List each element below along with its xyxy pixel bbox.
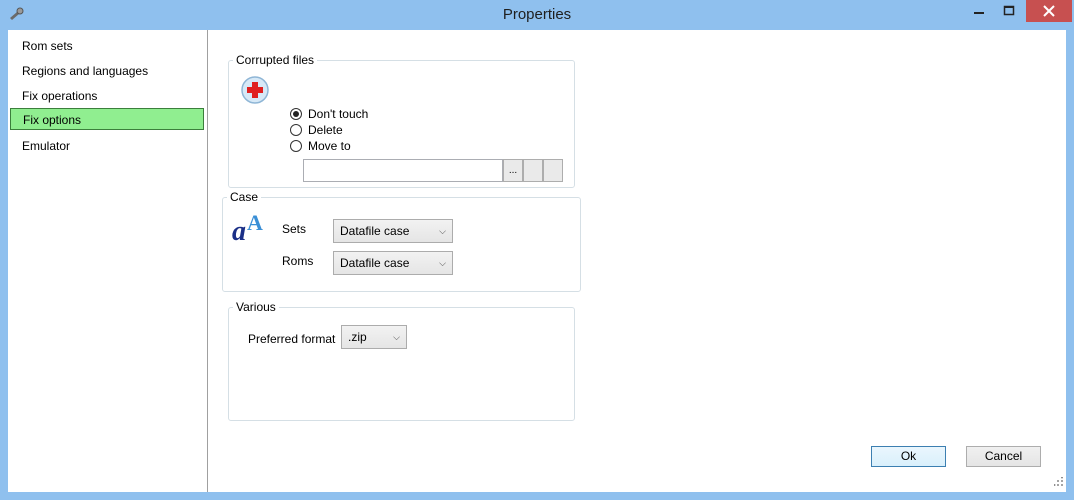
sidebar-item-label: Fix operations [22,89,98,103]
sidebar-item-label: Emulator [22,139,71,153]
minimize-icon [974,12,984,14]
case-letters-icon: a A [231,208,267,247]
maximize-button[interactable] [995,0,1023,22]
sidebar-item-regions-and-languages[interactable]: Regions and languages [10,60,204,82]
radio-delete[interactable]: Delete [290,122,343,138]
various-title: Various [233,300,279,314]
sidebar: Rom sets Regions and languages Fix opera… [8,30,208,492]
close-icon [1043,5,1055,17]
sets-case-select[interactable]: Datafile case ⌵ [333,219,453,243]
chevron-down-icon: ⌵ [393,332,400,342]
chevron-down-icon: ⌵ [439,258,446,268]
window-title: Properties [502,6,572,23]
title-bar: Properties [0,0,1074,30]
case-group [222,197,581,292]
roms-case-value: Datafile case [340,256,410,270]
roms-case-select[interactable]: Datafile case ⌵ [333,251,453,275]
case-title: Case [227,190,262,204]
sets-case-value: Datafile case [340,224,410,238]
radio-dont-touch[interactable]: Don't touch [290,106,368,122]
ok-button[interactable]: Ok [871,446,946,467]
path-extra-button-2[interactable] [543,159,563,182]
cancel-button[interactable]: Cancel [966,446,1041,467]
window-client: Rom sets Regions and languages Fix opera… [8,30,1066,492]
radio-selected-dot [290,107,302,120]
corrupted-files-title: Corrupted files [233,53,318,67]
radio-label: Don't touch [308,107,369,121]
minimize-button[interactable] [965,0,993,22]
radio-label: Delete [308,123,343,137]
sidebar-item-label: Regions and languages [22,64,149,78]
medical-cross-icon [240,75,270,108]
sidebar-item-emulator[interactable]: Emulator [10,135,204,157]
chevron-down-icon: ⌵ [439,226,446,236]
preferred-format-label: Preferred format [248,332,336,346]
sidebar-item-rom-sets[interactable]: Rom sets [10,35,204,57]
radio-move-to[interactable]: Move to [290,138,351,154]
sidebar-item-fix-options[interactable]: Fix options [10,108,204,130]
path-extra-button-1[interactable] [523,159,543,182]
sidebar-item-label: Fix options [23,113,82,127]
close-button[interactable] [1026,0,1072,22]
radio-dot [290,139,302,152]
sidebar-item-fix-operations[interactable]: Fix operations [10,85,204,107]
roms-label: Roms [282,254,314,268]
radio-label: Move to [308,139,351,153]
browse-button[interactable]: ... [503,159,523,182]
resize-grip-icon[interactable] [1053,476,1064,490]
svg-text:a: a [232,216,246,244]
preferred-format-value: .zip [348,330,367,344]
maximize-icon [1003,5,1015,16]
svg-text:A: A [247,210,263,235]
sets-label: Sets [282,222,307,236]
preferred-format-select[interactable]: .zip ⌵ [341,325,407,349]
radio-dot [290,123,302,136]
move-to-path-input[interactable] [303,159,503,182]
sidebar-item-label: Rom sets [22,39,73,53]
